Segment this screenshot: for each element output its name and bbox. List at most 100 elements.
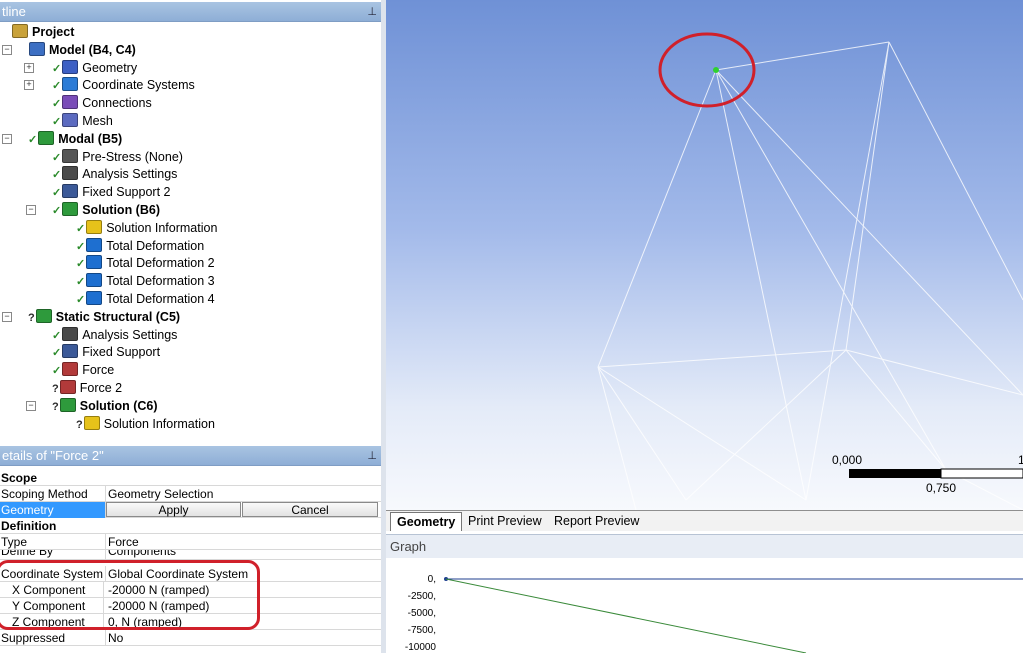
outline-item[interactable]: ✓ Total Deformation 2	[76, 254, 215, 272]
graph-force-line	[445, 578, 807, 653]
deformation-icon	[86, 237, 103, 252]
outline-item[interactable]: ✓ Total Deformation 3	[76, 272, 215, 290]
outline-tree[interactable]: Project − Model (B4, C4) + ✓ Geometry + ✓ Coordi…	[0, 22, 382, 444]
solution-info-icon	[83, 415, 100, 430]
pin-icon[interactable]: ⊥	[367, 2, 377, 22]
outline-item[interactable]: ✓ Analysis Settings	[52, 326, 177, 344]
status-check-icon: ✓	[76, 258, 86, 271]
status-question-icon: ?	[52, 400, 59, 413]
graph-panel-title: Graph	[386, 534, 1023, 558]
scoping-method-value[interactable]: Geometry Selection	[108, 486, 381, 502]
status-check-icon: ✓	[76, 240, 86, 253]
details-grid: Scope Scoping Method Geometry Selection …	[0, 466, 381, 653]
status-check-icon: ✓	[76, 294, 86, 306]
outline-item[interactable]: ✓ Connections	[52, 94, 152, 112]
scope-header: Scope	[1, 471, 38, 485]
connections-icon	[62, 95, 79, 110]
annotation-highlight-box	[0, 560, 260, 630]
expand-icon[interactable]: +	[24, 80, 34, 91]
geometry-viewport[interactable]: 0,000 0,750 1	[386, 0, 1023, 510]
tab-print-preview[interactable]: Print Preview	[462, 512, 548, 530]
pin-icon[interactable]: ⊥	[367, 446, 377, 466]
definition-header: Definition	[1, 519, 57, 533]
deformation-icon	[86, 255, 103, 270]
coordinate-icon	[62, 77, 79, 92]
suppressed-value[interactable]: No	[108, 630, 381, 646]
outline-item[interactable]: ? Force 2	[52, 379, 122, 397]
expand-icon[interactable]: +	[24, 62, 34, 73]
scale-label-right: 1	[1018, 453, 1023, 467]
outline-item[interactable]: ✓ Total Deformation	[76, 237, 204, 255]
geometry-icon	[62, 59, 79, 74]
outline-item-label: Analysis Settings	[82, 327, 178, 342]
type-key: Type	[0, 534, 106, 550]
outline-item-label: Mesh	[82, 114, 113, 128]
outline-item-label: Force	[82, 363, 115, 378]
cancel-button[interactable]: Cancel	[242, 502, 378, 517]
fixed-support-icon	[62, 184, 79, 199]
scale-bar-dark	[849, 469, 941, 478]
outline-item[interactable]: − Model (B4, C4)	[2, 41, 136, 59]
apply-button[interactable]: Apply	[106, 502, 241, 517]
outline-item-label: Total Deformation 3	[106, 274, 215, 289]
collapse-icon[interactable]: −	[2, 311, 12, 322]
outline-item[interactable]: −? Solution (C6)	[26, 397, 158, 415]
outline-item[interactable]: ✓ Fixed Support	[52, 343, 160, 361]
outline-item[interactable]: − ✓ Modal (B5)	[2, 130, 123, 148]
outline-item-label: Modal (B5)	[58, 131, 123, 146]
outline-item[interactable]: + ✓ Coordinate Systems	[24, 76, 195, 94]
outline-item-label: Connections	[82, 96, 152, 111]
status-question-icon: ?	[28, 311, 35, 324]
type-value[interactable]: Force	[108, 534, 381, 550]
outline-item[interactable]: ✓ Solution Information	[76, 219, 217, 237]
define-by-key: Define By	[0, 550, 106, 559]
scoping-method-row[interactable]: Scoping Method Geometry Selection	[0, 486, 381, 502]
outline-item-label: Geometry	[82, 60, 138, 75]
status-check-icon: ✓	[52, 347, 62, 360]
outline-item[interactable]: − ✓ Solution (B6)	[26, 201, 160, 219]
view-tabs: Geometry Print Preview Report Preview	[386, 510, 1023, 531]
status-check-icon: ✓	[52, 205, 62, 217]
outline-item[interactable]: ✓ Force	[52, 361, 114, 379]
collapse-icon[interactable]: −	[2, 44, 12, 55]
outline-item[interactable]: ✓ Mesh	[52, 112, 113, 130]
outline-item[interactable]: ? Solution Information	[76, 415, 215, 433]
definition-section[interactable]: Definition	[0, 518, 381, 534]
define-by-row[interactable]: Define By Components	[0, 550, 381, 560]
outline-item-label: Static Structural (C5)	[55, 309, 181, 324]
tab-report-preview[interactable]: Report Preview	[548, 512, 645, 530]
deformation-icon	[86, 273, 103, 288]
status-check-icon: ✓	[52, 187, 62, 200]
collapse-icon[interactable]: −	[2, 133, 12, 144]
collapse-icon[interactable]: −	[26, 400, 36, 411]
scale-label-left: 0,000	[832, 453, 863, 467]
scoping-method-key: Scoping Method	[0, 486, 106, 502]
project-icon	[12, 24, 28, 38]
status-check-icon: ✓	[52, 62, 62, 75]
deformation-icon	[86, 291, 103, 305]
outline-item[interactable]: ✓ Analysis Settings	[52, 165, 177, 183]
outline-item[interactable]: + ✓ Geometry	[24, 59, 138, 77]
status-check-icon: ✓	[52, 329, 62, 342]
outline-item-label: Project	[32, 25, 75, 39]
collapse-icon[interactable]: −	[26, 205, 36, 215]
outline-item[interactable]: ✓ Total Deformation 4	[76, 290, 215, 308]
scope-section[interactable]: Scope	[0, 470, 381, 486]
outline-item[interactable]: ✓ Pre-Stress (None)	[52, 148, 183, 166]
suppressed-row[interactable]: Suppressed No	[0, 630, 381, 646]
status-check-icon: ✓	[52, 98, 62, 111]
tab-geometry[interactable]: Geometry	[390, 512, 463, 531]
mesh-icon	[62, 113, 79, 127]
outline-item[interactable]: ✓ Fixed Support 2	[52, 183, 170, 201]
graph-area[interactable]: 0, -2500, -5000, -7500, -10000	[386, 558, 1023, 653]
status-check-icon: ✓	[28, 133, 38, 146]
type-row[interactable]: Type Force	[0, 534, 381, 550]
outline-item[interactable]: −? Static Structural (C5)	[2, 308, 181, 326]
annotation-circle	[658, 32, 756, 108]
geometry-row[interactable]: Geometry Apply Cancel	[0, 502, 381, 518]
solution-icon	[62, 202, 79, 216]
define-by-value[interactable]: Components	[108, 550, 381, 559]
outline-item[interactable]: Project	[12, 23, 74, 41]
status-check-icon: ✓	[76, 222, 86, 235]
outline-item-label: Coordinate Systems	[82, 78, 195, 93]
